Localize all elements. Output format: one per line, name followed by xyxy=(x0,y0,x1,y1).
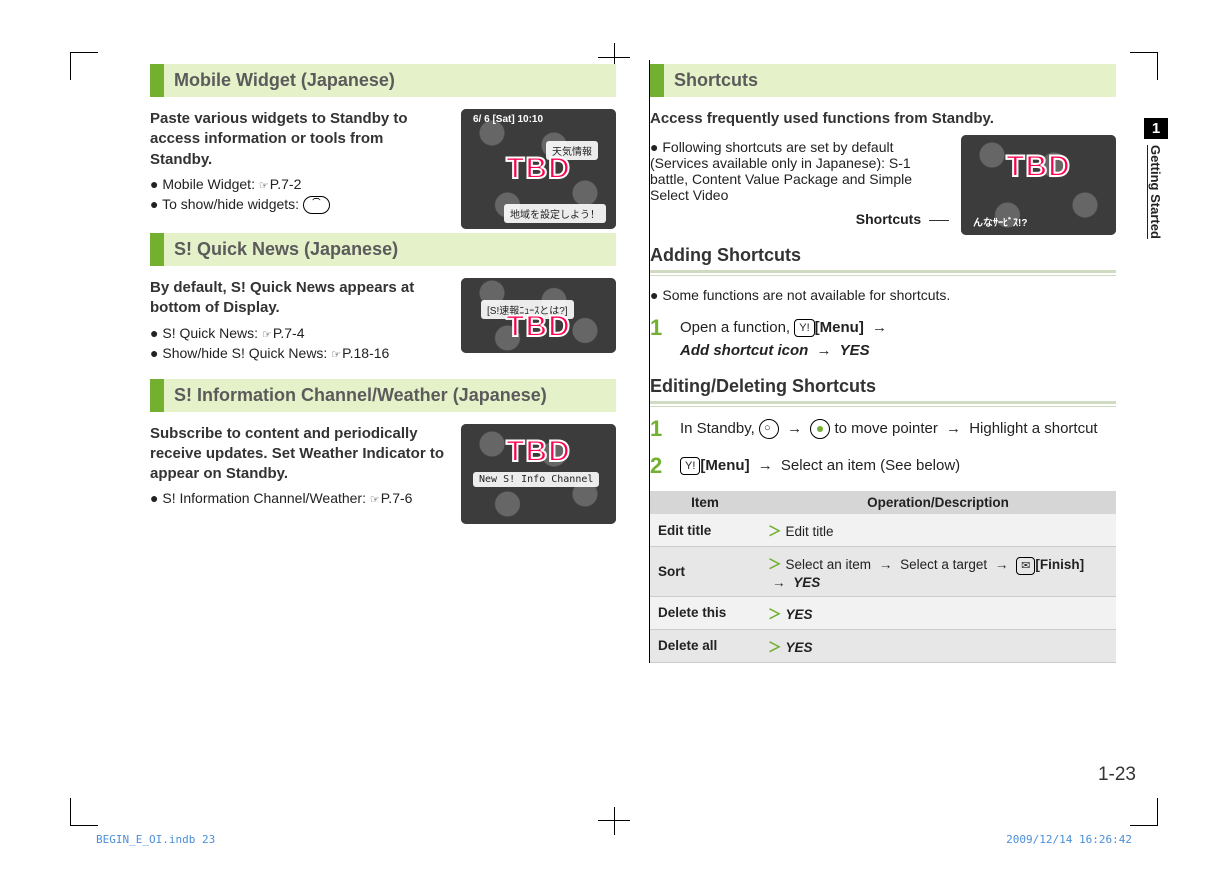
subheading-editing: Editing/Deleting Shortcuts xyxy=(650,376,1116,404)
crop-mark xyxy=(70,798,98,826)
key-y-icon: Y! xyxy=(680,457,700,475)
section-shortcuts: Shortcuts xyxy=(650,64,1116,97)
step: 1 In Standby, → to move pointer → Highli… xyxy=(650,418,1116,441)
step-number: 1 xyxy=(650,418,670,441)
list-item: Some functions are not available for sho… xyxy=(650,287,1116,303)
arrow-icon: → xyxy=(772,575,786,590)
arrow-icon: → xyxy=(872,319,887,336)
page-number: 1-23 xyxy=(1098,764,1136,786)
table-header-row: Item Operation/Description xyxy=(650,491,1116,514)
tbd-stamp: TBD xyxy=(506,152,571,186)
crop-mark xyxy=(70,52,98,80)
key-icon: ⏠ xyxy=(303,196,330,214)
screenshot-thumb: 6/ 6 [Sat] 10:10 天気情報 TBD 地域を設定しよう！ xyxy=(461,109,616,229)
subheading-adding: Adding Shortcuts xyxy=(650,245,1116,273)
page-ref-icon xyxy=(262,325,273,341)
key-center-icon xyxy=(759,419,779,439)
key-mail-icon: ✉ xyxy=(1016,557,1035,575)
table-header-item: Item xyxy=(650,491,760,514)
step-number: 1 xyxy=(650,317,670,362)
list-item: Show/hide S! Quick News: P.18-16 xyxy=(150,345,449,361)
crop-mark xyxy=(1130,798,1158,826)
info-channel-bullets: S! Information Channel/Weather: P.7-6 xyxy=(150,490,449,506)
quick-news-bullets: S! Quick News: P.7-4 Show/hide S! Quick … xyxy=(150,325,449,361)
chevron-icon: ＞ xyxy=(768,557,782,572)
table-row: Edit title ＞Edit title xyxy=(650,514,1116,547)
step-number: 2 xyxy=(650,455,670,478)
mobile-widget-intro: Paste various widgets to Standby to acce… xyxy=(150,109,449,170)
crop-mark xyxy=(614,807,615,835)
shortcuts-bullets: Following shortcuts are set by default (… xyxy=(650,139,949,203)
operations-table: Item Operation/Description Edit title ＞E… xyxy=(650,491,1116,662)
list-item: S! Quick News: P.7-4 xyxy=(150,325,449,341)
arrow-icon: → xyxy=(946,420,961,437)
adding-note: Some functions are not available for sho… xyxy=(650,287,1116,303)
arrow-icon: → xyxy=(995,557,1009,572)
table-row: Delete this ＞YES xyxy=(650,596,1116,629)
screenshot-thumb: [S!速報ﾆｭｰｽとは?] TBD xyxy=(461,278,616,353)
tbd-stamp: TBD xyxy=(506,435,571,469)
table-row: Sort ＞Select an item → Select a target →… xyxy=(650,547,1116,596)
page-ref-icon xyxy=(259,176,270,192)
footer-timestamp: 2009/12/14 16:26:42 xyxy=(1006,833,1132,846)
tbd-stamp: TBD xyxy=(1006,150,1071,184)
mobile-widget-bullets: Mobile Widget: P.7-2 To show/hide widget… xyxy=(150,176,449,214)
list-item: Following shortcuts are set by default (… xyxy=(650,139,949,203)
list-item: S! Information Channel/Weather: P.7-6 xyxy=(150,490,449,506)
page: 1 Getting Started Mobile Widget (Japanes… xyxy=(0,0,1228,886)
screenshot-thumb: TBD んなｻｰﾋﾞｽ!? xyxy=(961,135,1116,235)
info-channel-intro: Subscribe to content and periodically re… xyxy=(150,424,449,485)
chevron-icon: ＞ xyxy=(768,640,782,655)
shortcuts-callout-label: Shortcuts xyxy=(856,211,921,227)
page-ref-icon xyxy=(370,490,381,506)
callout-line xyxy=(929,220,949,221)
page-ref-icon xyxy=(331,345,342,361)
section-mobile-widget: Mobile Widget (Japanese) xyxy=(150,64,616,97)
arrow-icon: → xyxy=(758,457,773,474)
table-row: Delete all ＞YES xyxy=(650,629,1116,662)
chevron-icon: ＞ xyxy=(768,524,782,539)
section-info-channel: S! Information Channel/Weather (Japanese… xyxy=(150,379,616,412)
list-item: To show/hide widgets: ⏠ xyxy=(150,196,449,214)
screenshot-thumb: TBD New S! Info Channel xyxy=(461,424,616,524)
left-column: Mobile Widget (Japanese) Paste various w… xyxy=(150,60,616,663)
arrow-icon: → xyxy=(879,557,893,572)
list-item: Mobile Widget: P.7-2 xyxy=(150,176,449,192)
tbd-stamp: TBD xyxy=(506,310,571,344)
step: 2 Y![Menu] → Select an item (See below) xyxy=(650,455,1116,478)
arrow-icon: → xyxy=(817,342,832,359)
footer-file: BEGIN_E_OI.indb 23 xyxy=(96,833,215,846)
chevron-icon: ＞ xyxy=(768,607,782,622)
section-quick-news: S! Quick News (Japanese) xyxy=(150,233,616,266)
quick-news-intro: By default, S! Quick News appears at bot… xyxy=(150,278,449,319)
shortcuts-intro: Access frequently used functions from St… xyxy=(650,109,1116,129)
step: 1 Open a function, Y![Menu] → Add shortc… xyxy=(650,317,1116,362)
key-y-icon: Y! xyxy=(794,319,814,337)
key-nav-icon xyxy=(810,419,830,439)
arrow-icon: → xyxy=(787,420,802,437)
right-column: Shortcuts Access frequently used functio… xyxy=(650,60,1116,663)
table-header-operation: Operation/Description xyxy=(760,491,1116,514)
